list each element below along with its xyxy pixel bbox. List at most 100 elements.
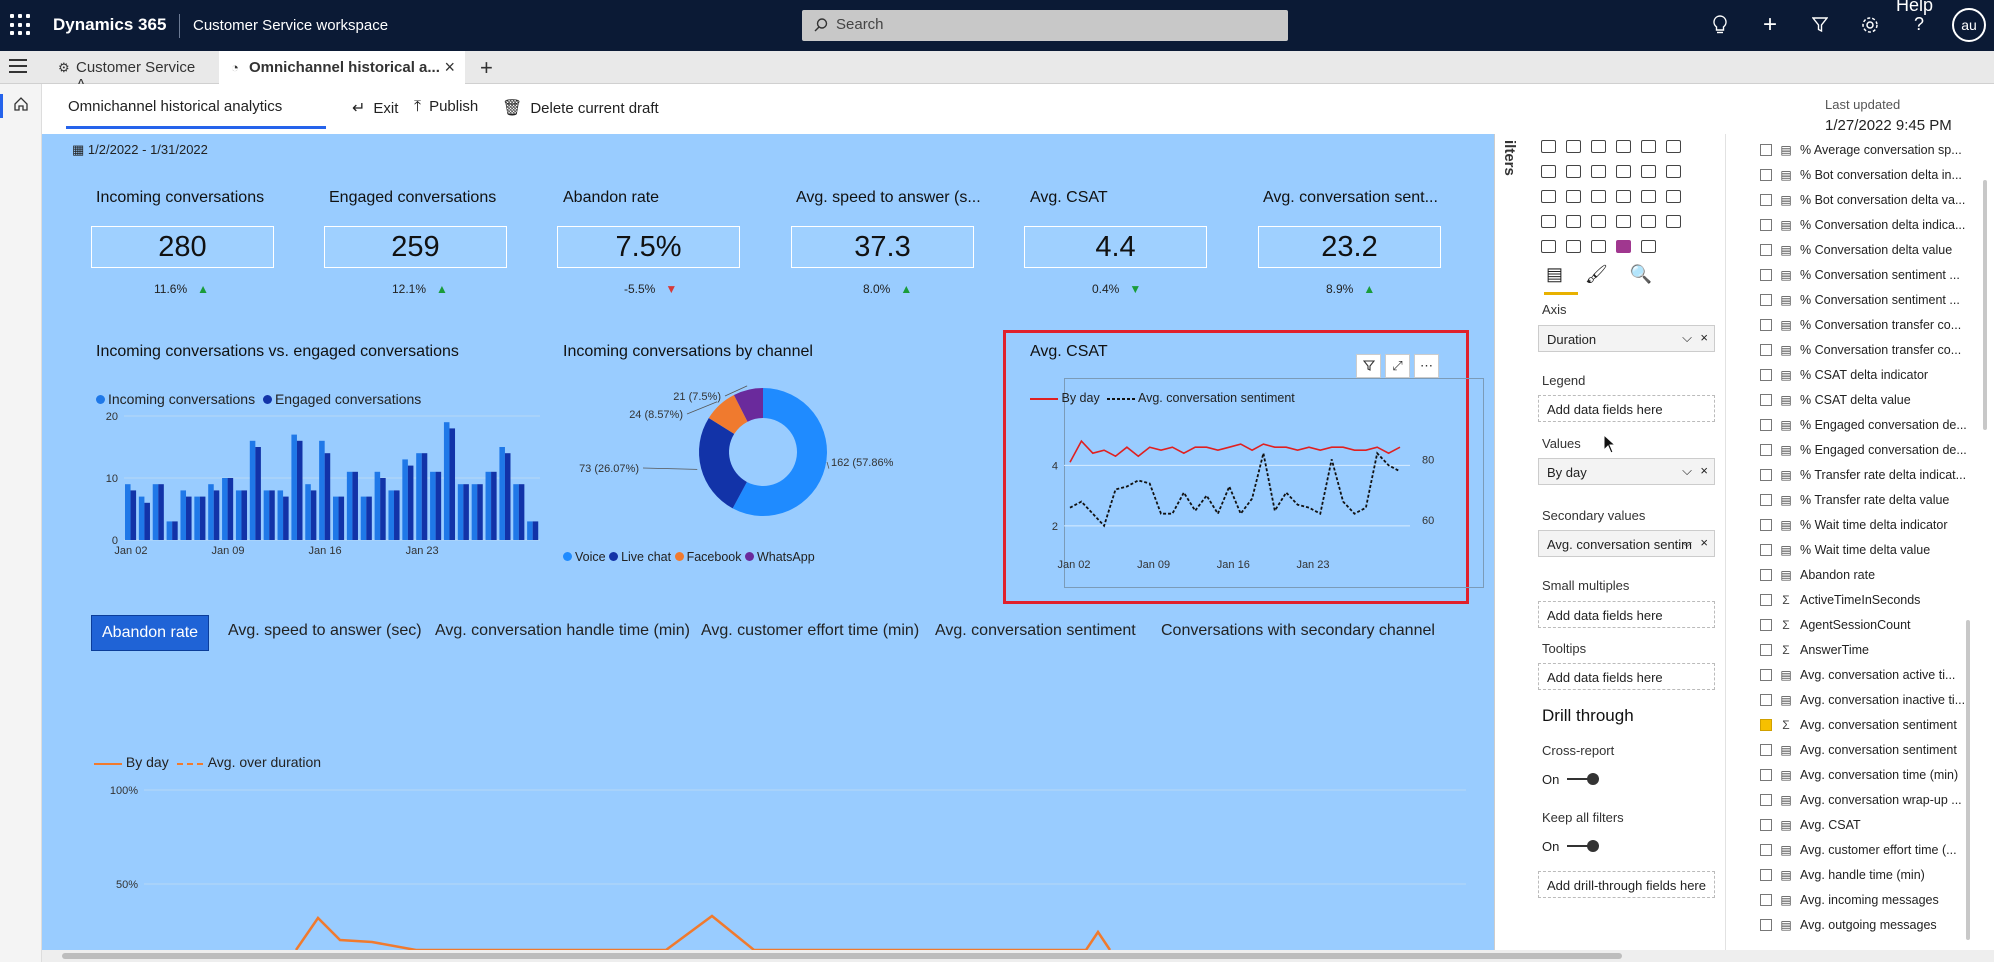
legend-well[interactable]: Add data fields here bbox=[1538, 395, 1715, 422]
table-icon[interactable] bbox=[1561, 209, 1586, 234]
secondary-values-well[interactable]: Avg. conversation sentim ⌵ × bbox=[1538, 530, 1715, 557]
field-item[interactable]: ▤ % Conversation transfer co... bbox=[1760, 315, 1961, 335]
legend-incoming[interactable]: Incoming conversations bbox=[108, 391, 255, 407]
values-well[interactable]: By day ⌵ × bbox=[1538, 458, 1715, 485]
chevron-down-icon[interactable]: ⌵ bbox=[1682, 535, 1692, 551]
map-icon[interactable] bbox=[1536, 184, 1561, 209]
slicer-icon[interactable] bbox=[1536, 209, 1561, 234]
field-item[interactable]: ▤ % Transfer rate delta value bbox=[1760, 490, 1949, 510]
avatar[interactable]: au bbox=[1952, 8, 1986, 42]
search-icon[interactable] bbox=[1636, 234, 1661, 259]
field-checkbox[interactable] bbox=[1760, 569, 1772, 581]
field-checkbox[interactable] bbox=[1760, 619, 1772, 631]
field-checkbox[interactable] bbox=[1760, 644, 1772, 656]
column-chart-icon[interactable] bbox=[1611, 134, 1636, 159]
field-checkbox[interactable] bbox=[1760, 494, 1772, 506]
home-icon[interactable] bbox=[13, 96, 29, 112]
format-paint-icon[interactable]: 🖌 bbox=[1585, 264, 1608, 285]
search-input[interactable]: Search bbox=[802, 10, 1288, 41]
gauge-icon[interactable] bbox=[1586, 184, 1611, 209]
field-checkbox[interactable] bbox=[1760, 394, 1772, 406]
card-icon[interactable] bbox=[1611, 184, 1636, 209]
field-checkbox[interactable] bbox=[1760, 544, 1772, 556]
legend-live-chat[interactable]: Live chat bbox=[621, 550, 671, 564]
smart-narrative-icon[interactable] bbox=[1586, 234, 1611, 259]
field-checkbox[interactable] bbox=[1760, 144, 1772, 156]
legend-by-day[interactable]: By day bbox=[1061, 391, 1099, 405]
field-item[interactable]: ▤ % Conversation sentiment ... bbox=[1760, 290, 1960, 310]
tooltips-well[interactable]: Add data fields here bbox=[1538, 663, 1715, 690]
line-chart-icon[interactable] bbox=[1536, 134, 1561, 159]
cross-report-toggle[interactable]: On bbox=[1542, 772, 1600, 787]
field-item[interactable]: Σ Avg. conversation sentiment bbox=[1760, 715, 1957, 735]
legend-engaged[interactable]: Engaged conversations bbox=[275, 391, 421, 407]
field-checkbox[interactable] bbox=[1760, 369, 1772, 381]
legend-whatsapp[interactable]: WhatsApp bbox=[757, 550, 815, 564]
donut-chart-icon[interactable] bbox=[1636, 159, 1661, 184]
vertical-scrollbar[interactable] bbox=[1983, 180, 1987, 430]
field-item[interactable]: Σ AgentSessionCount bbox=[1760, 615, 1911, 635]
remove-icon[interactable]: × bbox=[1700, 463, 1708, 478]
field-item[interactable]: ▤ Avg. CSAT bbox=[1760, 815, 1861, 835]
field-checkbox[interactable] bbox=[1760, 269, 1772, 281]
stacked-area-chart-icon[interactable] bbox=[1586, 134, 1611, 159]
kpi-value[interactable]: 23.2 bbox=[1258, 226, 1441, 268]
field-item[interactable]: ▤ Avg. incoming messages bbox=[1760, 890, 1939, 910]
field-checkbox[interactable] bbox=[1760, 844, 1772, 856]
treemap-icon[interactable] bbox=[1661, 159, 1686, 184]
kpi-value[interactable]: 4.4 bbox=[1024, 226, 1207, 268]
field-item[interactable]: ▤ Avg. handle time (min) bbox=[1760, 865, 1925, 885]
pie-chart-icon[interactable] bbox=[1611, 159, 1636, 184]
new-tab-plus-icon[interactable]: + bbox=[480, 55, 493, 81]
close-icon[interactable]: × bbox=[444, 57, 455, 78]
field-item[interactable]: ▤ % Conversation transfer co... bbox=[1760, 340, 1961, 360]
clustered-column-chart-icon[interactable] bbox=[1636, 134, 1661, 159]
field-checkbox[interactable] bbox=[1760, 469, 1772, 481]
field-checkbox[interactable] bbox=[1760, 694, 1772, 706]
field-item[interactable]: ▤ % Average conversation sp... bbox=[1760, 140, 1962, 160]
field-checkbox[interactable] bbox=[1760, 519, 1772, 531]
focus-mode-icon[interactable]: ⤢ bbox=[1385, 354, 1410, 378]
lightbulb-icon[interactable] bbox=[1708, 13, 1732, 37]
field-checkbox[interactable] bbox=[1760, 794, 1772, 806]
tab-omnichannel-analytics[interactable]: ◔ Omnichannel historical a... × bbox=[219, 51, 465, 84]
r-script-icon[interactable] bbox=[1611, 209, 1636, 234]
field-item[interactable]: ▤ Avg. customer effort time (... bbox=[1760, 840, 1957, 860]
field-item[interactable]: ▤ % Conversation delta indica... bbox=[1760, 215, 1965, 235]
tab-customer-service[interactable]: ⚙ Customer Service A... bbox=[46, 51, 219, 93]
funnel-chart-icon[interactable] bbox=[1561, 159, 1586, 184]
field-item[interactable]: ▤ % Transfer rate delta indicat... bbox=[1760, 465, 1966, 485]
date-range[interactable]: ▦ 1/2/2022 - 1/31/2022 bbox=[72, 142, 208, 158]
tab-secondary-channel[interactable]: Conversations with secondary channel bbox=[1161, 622, 1435, 640]
scrollbar-thumb[interactable] bbox=[62, 953, 1622, 959]
scatter-chart-icon[interactable] bbox=[1586, 159, 1611, 184]
tab-speed-to-answer[interactable]: Avg. speed to answer (sec) bbox=[228, 622, 422, 640]
chevron-down-icon[interactable]: ⌵ bbox=[1682, 330, 1692, 346]
tab-conversation-sentiment[interactable]: Avg. conversation sentiment bbox=[935, 622, 1136, 640]
app-launcher-icon[interactable] bbox=[10, 14, 32, 36]
exit-button[interactable]: ↵ Exit bbox=[352, 98, 398, 118]
field-checkbox[interactable] bbox=[1760, 194, 1772, 206]
kpi-value[interactable]: 259 bbox=[324, 226, 507, 268]
kpi-value[interactable]: 280 bbox=[91, 226, 274, 268]
field-checkbox[interactable] bbox=[1760, 594, 1772, 606]
field-checkbox[interactable] bbox=[1760, 769, 1772, 781]
page-title[interactable]: Omnichannel historical analytics bbox=[68, 98, 282, 115]
field-checkbox[interactable] bbox=[1760, 819, 1772, 831]
field-item[interactable]: ▤ Avg. conversation active ti... bbox=[1760, 665, 1955, 685]
matrix-icon[interactable] bbox=[1586, 209, 1611, 234]
field-checkbox[interactable] bbox=[1760, 294, 1772, 306]
app-name[interactable]: Customer Service workspace bbox=[193, 17, 388, 34]
field-item[interactable]: ▤ % Wait time delta indicator bbox=[1760, 515, 1948, 535]
field-item[interactable]: Σ AnswerTime bbox=[1760, 640, 1869, 660]
field-checkbox[interactable] bbox=[1760, 219, 1772, 231]
bar-chart[interactable]: 01020Jan 02 Jan 09 Jan 16 Jan 23 bbox=[96, 412, 546, 562]
more-options-icon[interactable]: ⋯ bbox=[1414, 354, 1439, 378]
csat-line-chart[interactable]: 2 4 60 80 Jan 02 Jan 09 Jan 16 Jan 23 bbox=[1030, 409, 1460, 574]
kpi-value[interactable]: 7.5% bbox=[557, 226, 740, 268]
legend-by-day[interactable]: By day bbox=[126, 754, 169, 770]
question-icon[interactable]: ? bbox=[1907, 12, 1931, 36]
paginated-report-icon[interactable] bbox=[1536, 234, 1561, 259]
donut-chart[interactable]: 162 (57.86%) 73 (26.07%) 24 (8.57%) 21 (7.5… bbox=[563, 370, 893, 540]
filled-map-icon[interactable] bbox=[1561, 184, 1586, 209]
